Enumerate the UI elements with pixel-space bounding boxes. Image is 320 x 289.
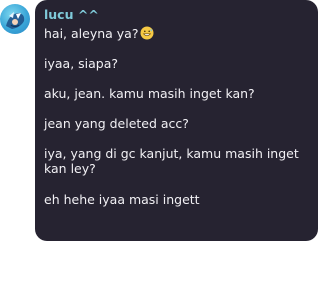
message-5: iya, yang di gc kanjut, kamu masih inget… bbox=[44, 146, 299, 176]
message-3: aku, jean. kamu masih inget kan? bbox=[44, 86, 255, 101]
sender-name[interactable]: lucu ^^ bbox=[44, 8, 310, 24]
message-4: jean yang deleted acc? bbox=[44, 116, 189, 131]
anime-avatar-icon[interactable] bbox=[0, 4, 30, 34]
message-2: iyaa, siapa? bbox=[44, 56, 119, 71]
grinning-sweat-emoji-icon bbox=[140, 26, 154, 40]
message-1-text: hai, aleyna ya? bbox=[44, 26, 139, 41]
message-1: hai, aleyna ya? bbox=[44, 26, 310, 41]
message-6: eh hehe iyaa masi ingett bbox=[44, 192, 200, 207]
message-bubble: lucu ^^ hai, aleyna ya? iyaa, siapa? aku… bbox=[35, 0, 318, 241]
chat-screenshot: lucu ^^ hai, aleyna ya? iyaa, siapa? aku… bbox=[0, 0, 320, 289]
